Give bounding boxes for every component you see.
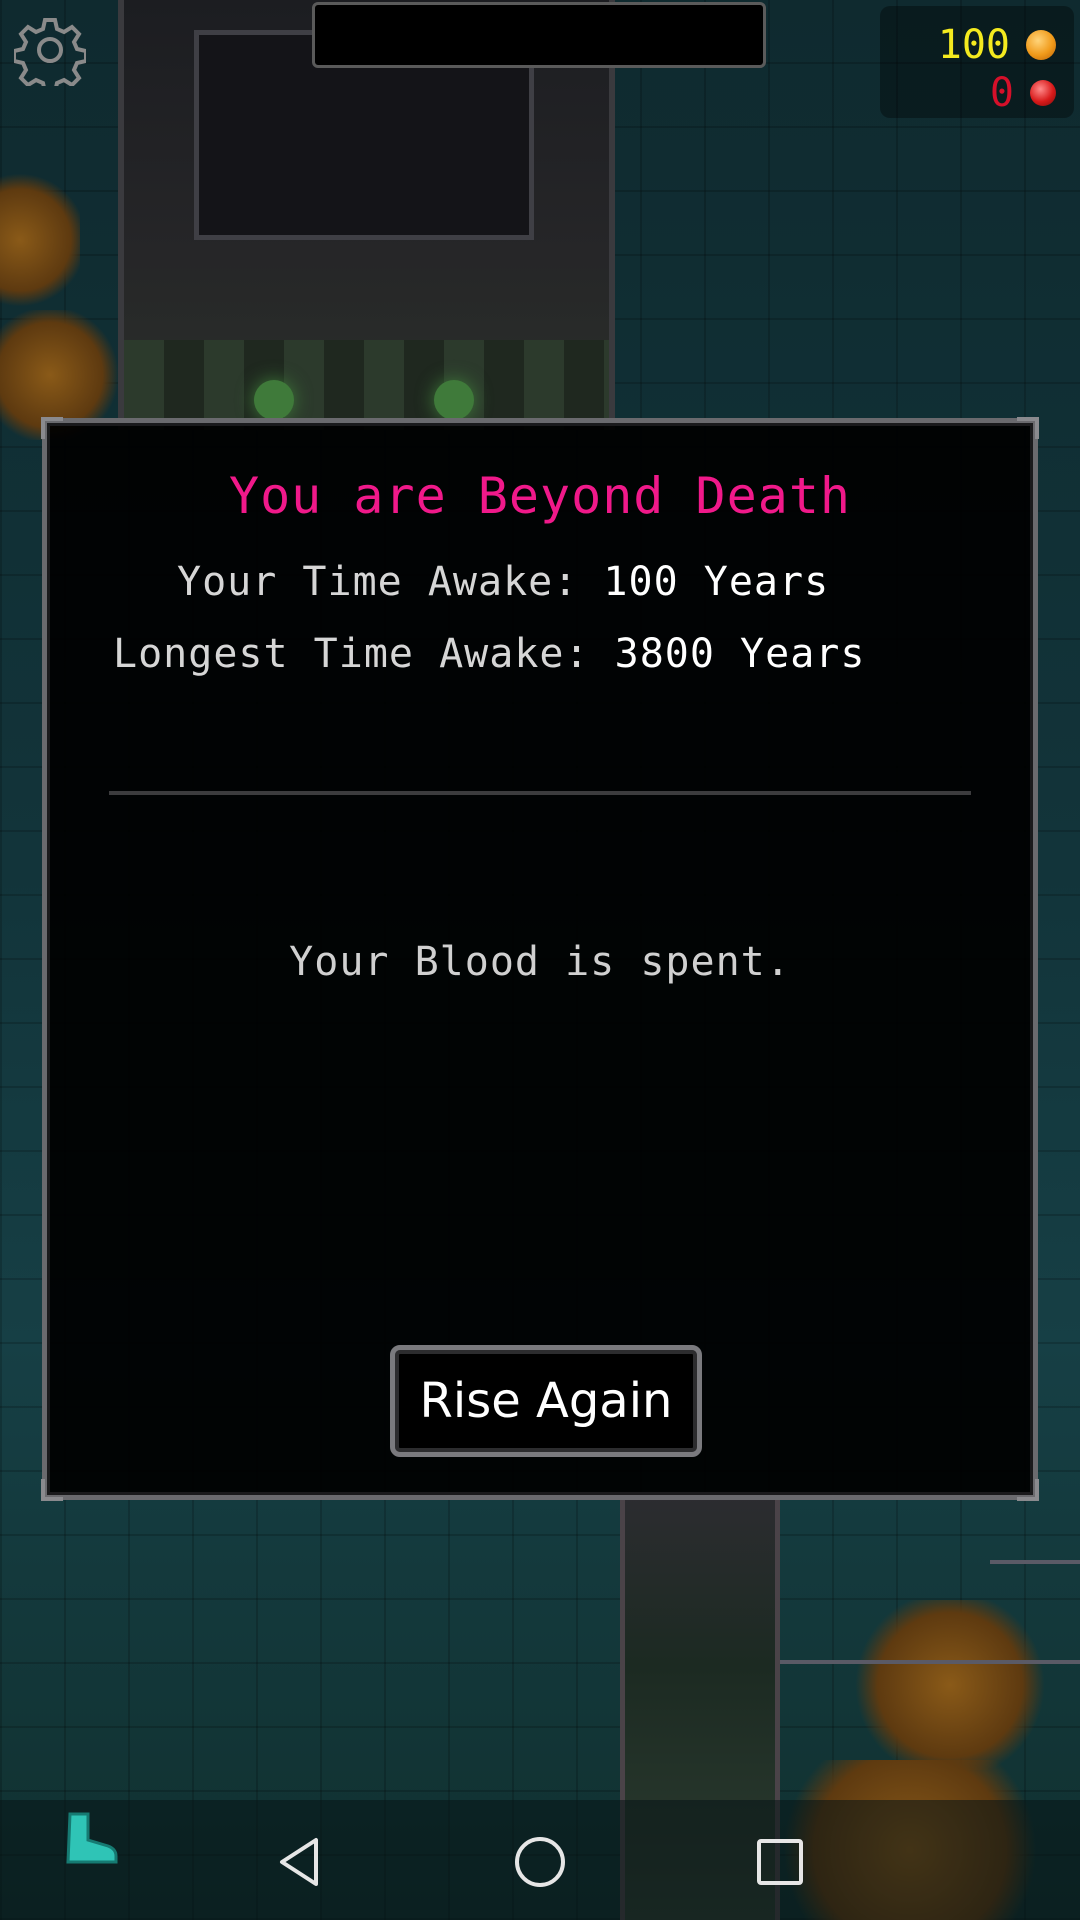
resource-panel: 100 0 (880, 6, 1074, 118)
divider (109, 791, 971, 795)
frame-corner (1017, 417, 1039, 439)
game-screen: 100 0 You are Beyond Death Your Time Awa… (0, 0, 1080, 1920)
blood-amount: 0 (989, 70, 1014, 116)
top-status-bar (312, 2, 766, 68)
railing (990, 1560, 1080, 1564)
rise-again-button[interactable]: Rise Again (390, 1345, 702, 1457)
nav-recent-apps-button[interactable] (740, 1822, 820, 1902)
current-time-awake: Your Time Awake: 100 Years (177, 559, 829, 605)
gold-counter: 100 (938, 22, 1056, 68)
longest-time-value: 3800 Years (614, 631, 866, 677)
tower-base (124, 340, 609, 430)
nav-back-button[interactable] (260, 1822, 340, 1902)
green-lamp (254, 380, 294, 420)
settings-button[interactable] (12, 14, 88, 94)
autumn-tree (0, 170, 80, 310)
current-time-value: 100 Years (603, 559, 830, 605)
dialog-title: You are Beyond Death (228, 467, 852, 525)
green-lamp (434, 380, 474, 420)
blood-drop-icon (1030, 80, 1056, 106)
gear-icon (12, 18, 88, 94)
longest-time-awake: Longest Time Awake: 3800 Years (113, 631, 865, 677)
gold-amount: 100 (937, 22, 1010, 68)
nav-home-button[interactable] (500, 1822, 580, 1902)
back-icon (280, 1838, 318, 1886)
death-dialog: You are Beyond Death Your Time Awake: 10… (41, 417, 1039, 1501)
current-time-label: Your Time Awake: (177, 559, 604, 605)
navigation-bar (0, 1800, 1080, 1920)
boot-icon (66, 1812, 118, 1864)
frame-corner (1017, 1479, 1039, 1501)
blood-counter: 0 (990, 70, 1056, 116)
home-icon (515, 1837, 565, 1887)
railing (780, 1660, 1080, 1664)
autumn-tree (850, 1600, 1050, 1770)
dialog-message: Your Blood is spent. (289, 939, 791, 985)
inventory-button[interactable] (56, 1810, 120, 1866)
frame-corner (41, 1479, 63, 1501)
coin-icon (1026, 30, 1056, 60)
frame-corner (41, 417, 63, 439)
recent-apps-icon (757, 1839, 803, 1885)
longest-time-label: Longest Time Awake: (113, 631, 615, 677)
